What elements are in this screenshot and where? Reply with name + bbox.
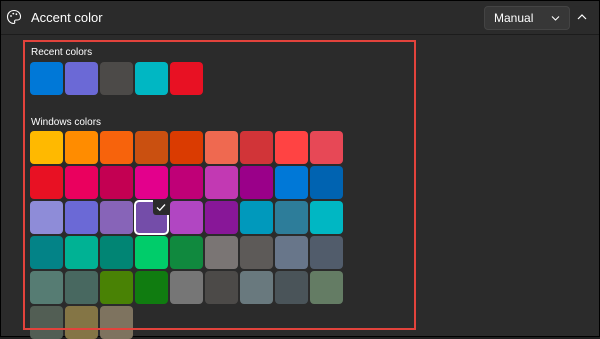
windows-color-swatch[interactable] [240, 271, 273, 304]
windows-color-swatch[interactable] [100, 166, 133, 199]
windows-color-swatch[interactable] [275, 236, 308, 269]
windows-color-swatch[interactable] [240, 166, 273, 199]
windows-color-swatch[interactable] [205, 201, 238, 234]
windows-color-swatch[interactable] [135, 271, 168, 304]
windows-color-swatch[interactable] [240, 131, 273, 164]
windows-color-swatch[interactable] [65, 201, 98, 234]
windows-color-swatch[interactable] [100, 271, 133, 304]
windows-color-swatch[interactable] [170, 271, 203, 304]
recent-color-swatch[interactable] [30, 62, 63, 95]
windows-color-swatch[interactable] [170, 131, 203, 164]
windows-color-swatch[interactable] [205, 271, 238, 304]
windows-color-swatch[interactable] [30, 131, 63, 164]
recent-color-swatch[interactable] [170, 62, 203, 95]
windows-color-swatch[interactable] [240, 201, 273, 234]
windows-color-swatch[interactable] [100, 306, 133, 339]
windows-color-swatch[interactable] [65, 131, 98, 164]
windows-color-swatch[interactable] [205, 166, 238, 199]
windows-color-swatch[interactable] [65, 166, 98, 199]
windows-color-swatch[interactable] [65, 306, 98, 339]
windows-color-swatch[interactable] [30, 236, 63, 269]
windows-color-swatch[interactable] [65, 271, 98, 304]
windows-color-swatch[interactable] [240, 236, 273, 269]
section-title: Accent color [31, 10, 103, 25]
accent-mode-dropdown[interactable]: Manual [484, 6, 570, 30]
selected-color-swatch[interactable] [134, 200, 169, 235]
windows-color-swatch[interactable] [30, 166, 63, 199]
windows-color-swatch[interactable] [65, 236, 98, 269]
recent-color-swatch[interactable] [65, 62, 98, 95]
check-icon [153, 200, 169, 215]
windows-color-swatch[interactable] [310, 201, 343, 234]
windows-color-swatch[interactable] [100, 236, 133, 269]
palette-icon [6, 9, 22, 25]
windows-color-swatch[interactable] [30, 201, 63, 234]
windows-color-swatch[interactable] [135, 236, 168, 269]
windows-color-swatch[interactable] [310, 236, 343, 269]
windows-color-swatch[interactable] [275, 271, 308, 304]
windows-color-swatch[interactable] [275, 166, 308, 199]
windows-color-swatch[interactable] [275, 131, 308, 164]
windows-color-swatch[interactable] [275, 201, 308, 234]
windows-color-swatch[interactable] [310, 166, 343, 199]
windows-color-swatch[interactable] [310, 131, 343, 164]
windows-color-swatch[interactable] [170, 236, 203, 269]
windows-color-swatch[interactable] [170, 166, 203, 199]
chevron-down-icon [551, 16, 560, 21]
dropdown-selected-value: Manual [494, 11, 534, 25]
recent-colors-label: Recent colors [31, 47, 93, 58]
windows-colors-label: Windows colors [31, 117, 102, 128]
windows-color-swatch[interactable] [30, 306, 63, 339]
chevron-up-icon[interactable] [575, 11, 589, 23]
recent-color-swatch[interactable] [100, 62, 133, 95]
recent-color-swatch[interactable] [135, 62, 168, 95]
windows-color-swatch[interactable] [205, 131, 238, 164]
windows-color-swatch[interactable] [310, 271, 343, 304]
windows-color-swatch[interactable] [135, 131, 168, 164]
windows-color-swatch[interactable] [135, 166, 168, 199]
windows-color-swatch[interactable] [205, 236, 238, 269]
windows-color-swatch[interactable] [170, 201, 203, 234]
windows-color-swatch[interactable] [100, 131, 133, 164]
windows-color-swatch[interactable] [30, 271, 63, 304]
windows-color-swatch[interactable] [100, 201, 133, 234]
accent-color-header[interactable]: Accent color Manual [1, 1, 599, 35]
